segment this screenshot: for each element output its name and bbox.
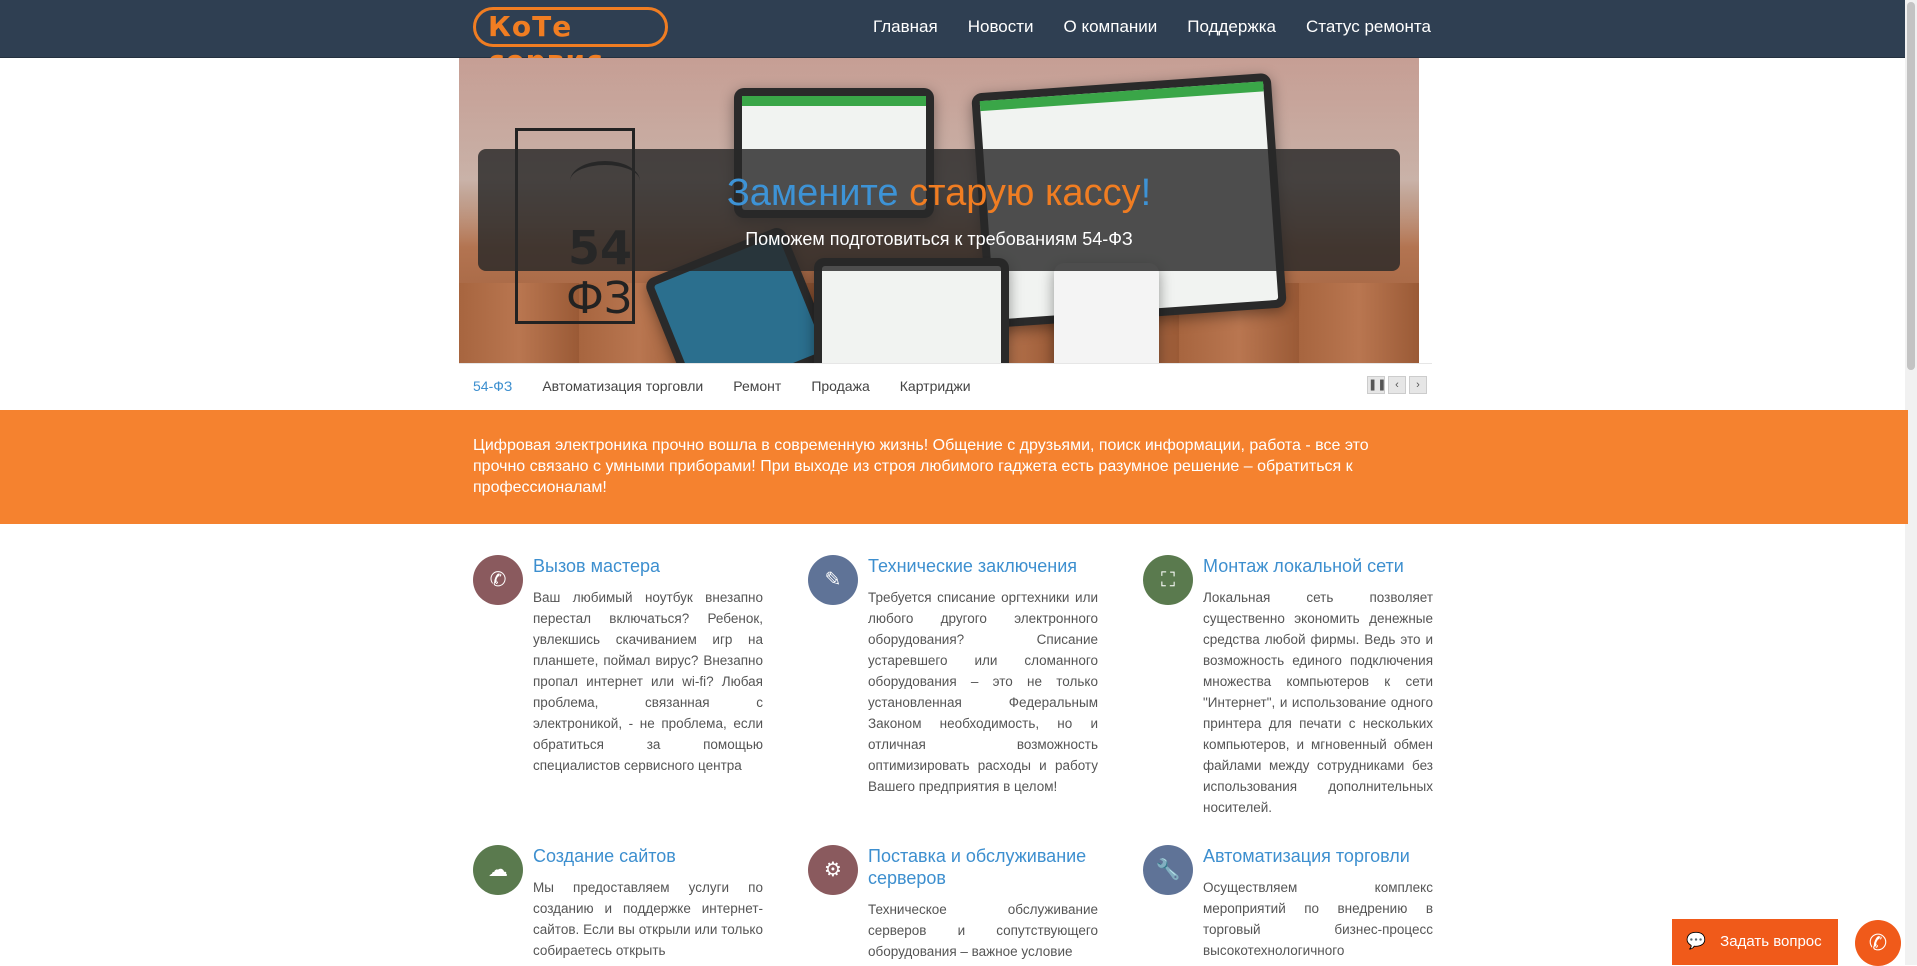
promo-text: Цифровая электроника прочно вошла в совр… [473,437,1369,496]
feature-master-call: ✆ Вызов мастера Ваш любимый ноутбук внез… [473,555,773,795]
feature-title[interactable]: Вызов мастера [533,555,773,577]
feature-tech-conclusions: ✎ Технические заключения Требуется списа… [808,555,1108,795]
feature-text: Осуществляем комплекс мероприятий по вне… [1203,880,1433,958]
feature-servers: ⚙ Поставка и обслуживание серверов Техни… [808,845,1108,965]
tab-54fz[interactable]: 54-ФЗ [473,378,512,394]
feature-text: Техническое обслуживание серверов и сопу… [868,902,1098,959]
tab-repair[interactable]: Ремонт [733,378,781,394]
scrollbar-thumb[interactable] [1907,2,1915,370]
feature-text: Локальная сеть позволяет существенно эко… [1203,590,1433,815]
nav-support[interactable]: Поддержка [1187,16,1276,38]
main-nav: Главная Новости О компании Поддержка Ста… [873,16,1431,38]
slide-title: Замените старую кассу! [726,172,1152,214]
wrench-icon: 🔧 [1143,845,1193,895]
feature-title[interactable]: Монтаж локальной сети [1203,555,1443,577]
site-logo[interactable]: КоТе сервис [473,7,668,77]
promo-banner: Цифровая электроника прочно вошла в совр… [0,410,1908,524]
top-navigation-bar: КоТе сервис Главная Новости О компании П… [0,0,1905,77]
nav-news[interactable]: Новости [968,16,1034,38]
feature-text: Мы предоставляем услуги по созданию и по… [533,880,763,958]
receipt-printer [1054,263,1159,363]
nav-home[interactable]: Главная [873,16,938,38]
slider-tabs: 54-ФЗ Автоматизация торговли Ремонт Прод… [459,363,1432,408]
chat-icon: 💬 [1686,933,1706,950]
phone-icon: ✆ [473,555,523,605]
slide-caption: Замените старую кассу! Поможем подготови… [478,149,1400,271]
hero-slider[interactable]: 54 ФЗ Замените старую кассу! Поможем под… [459,58,1419,363]
slide-subtitle: Поможем подготовиться к требованиям 54-Ф… [745,229,1133,249]
tab-cartridges[interactable]: Картриджи [900,378,971,394]
feature-title[interactable]: Создание сайтов [533,845,773,867]
feature-text: Ваш любимый ноутбук внезапно перестал вк… [533,590,763,773]
gears-icon: ⚙ [808,845,858,895]
feature-title[interactable]: Автоматизация торговли [1203,845,1443,867]
feature-text: Требуется списание оргтехники или любого… [868,590,1098,794]
feature-lan-install: ⛶ Монтаж локальной сети Локальная сеть п… [1143,555,1443,845]
edit-icon: ✎ [808,555,858,605]
phone-icon: ✆ [1868,930,1888,955]
ask-question-button[interactable]: 💬 Задать вопрос [1672,919,1838,965]
tab-sales[interactable]: Продажа [811,378,869,394]
prev-arrow-icon[interactable]: ‹ [1388,376,1406,394]
feature-web-dev: ☁ Создание сайтов Мы предоставляем услуг… [473,845,773,965]
next-arrow-icon[interactable]: › [1409,376,1427,394]
feature-title[interactable]: Технические заключения [868,555,1108,577]
cloud-icon: ☁ [473,845,523,895]
nav-repair-status[interactable]: Статус ремонта [1306,16,1431,38]
nav-about[interactable]: О компании [1064,16,1158,38]
tab-automation[interactable]: Автоматизация торговли [542,378,703,394]
feature-title[interactable]: Поставка и обслуживание серверов [868,845,1108,889]
callback-phone-button[interactable]: ✆ [1855,920,1901,966]
network-icon: ⛶ [1143,555,1193,605]
feature-trade-automation: 🔧 Автоматизация торговли Осуществляем ко… [1143,845,1443,965]
pause-icon[interactable]: ❚❚ [1367,376,1386,394]
pos-terminal-middle [814,258,1009,363]
